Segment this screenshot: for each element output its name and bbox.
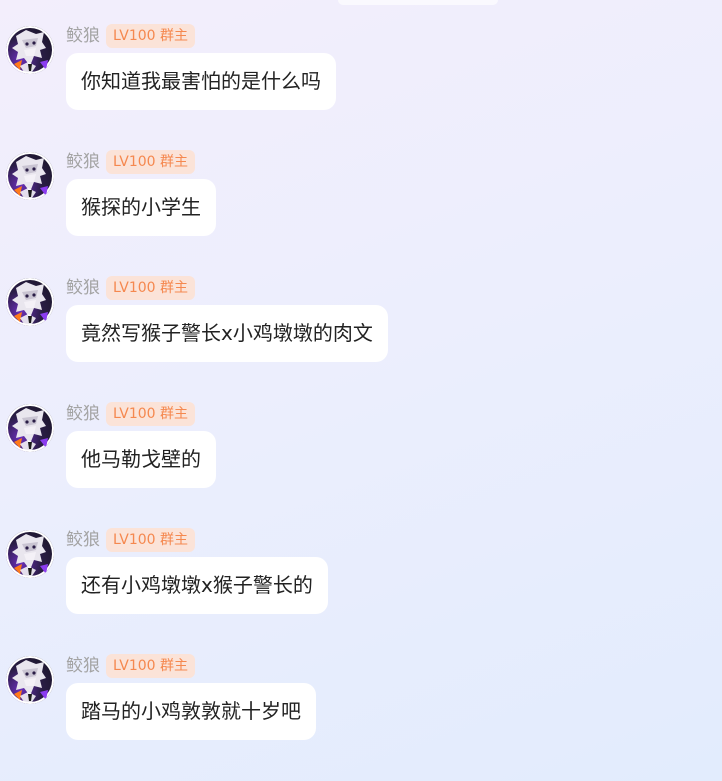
message-meta: 鲛狼 LV100 群主: [66, 402, 196, 426]
role-level-badge: LV100 群主: [106, 276, 196, 300]
chat-message: 鲛狼 LV100 群主 竟然写猴子警长x小鸡墩墩的肉文: [0, 276, 722, 402]
avatar-illustration-icon: [12, 534, 48, 576]
message-meta: 鲛狼 LV100 群主: [66, 528, 196, 552]
chat-message: 鲛狼 LV100 群主 你知道我最害怕的是什么吗: [0, 24, 722, 150]
sender-name[interactable]: 鲛狼: [66, 24, 100, 48]
sender-name[interactable]: 鲛狼: [66, 654, 100, 678]
role-level-badge: LV100 群主: [106, 150, 196, 174]
avatar-illustration-icon: [12, 408, 48, 450]
message-meta: 鲛狼 LV100 群主: [66, 654, 196, 678]
role-level-badge: LV100 群主: [106, 402, 196, 426]
role-level-badge: LV100 群主: [106, 654, 196, 678]
message-bubble[interactable]: 猴探的小学生: [66, 179, 216, 236]
chat-message: 鲛狼 LV100 群主 还有小鸡墩墩x猴子警长的: [0, 528, 722, 654]
chat-message: 鲛狼 LV100 群主 他马勒戈壁的: [0, 402, 722, 528]
avatar[interactable]: [6, 26, 54, 74]
avatar-illustration-icon: [12, 660, 48, 702]
message-bubble[interactable]: 还有小鸡墩墩x猴子警长的: [66, 557, 328, 614]
chat-message: 鲛狼 LV100 群主 踏马的小鸡敦敦就十岁吧: [0, 654, 722, 780]
avatar[interactable]: [6, 152, 54, 200]
sender-name[interactable]: 鲛狼: [66, 150, 100, 174]
message-bubble[interactable]: 他马勒戈壁的: [66, 431, 216, 488]
avatar[interactable]: [6, 530, 54, 578]
message-bubble[interactable]: 竟然写猴子警长x小鸡墩墩的肉文: [66, 305, 388, 362]
avatar[interactable]: [6, 278, 54, 326]
avatar-illustration-icon: [12, 30, 48, 72]
role-level-badge: LV100 群主: [106, 528, 196, 552]
message-meta: 鲛狼 LV100 群主: [66, 150, 196, 174]
avatar-illustration-icon: [12, 156, 48, 198]
avatar[interactable]: [6, 656, 54, 704]
avatar[interactable]: [6, 404, 54, 452]
message-meta: 鲛狼 LV100 群主: [66, 276, 196, 300]
message-bubble[interactable]: 你知道我最害怕的是什么吗: [66, 53, 336, 110]
role-level-badge: LV100 群主: [106, 24, 196, 48]
sender-name[interactable]: 鲛狼: [66, 276, 100, 300]
message-meta: 鲛狼 LV100 群主: [66, 24, 196, 48]
sender-name[interactable]: 鲛狼: [66, 402, 100, 426]
chat-message: 鲛狼 LV100 群主 猴探的小学生: [0, 150, 722, 276]
top-edge-highlight: [338, 0, 498, 5]
chat-message-list: 鲛狼 LV100 群主 你知道我最害怕的是什么吗 鲛狼 LV100 群主 猴探的…: [0, 24, 722, 780]
message-bubble[interactable]: 踏马的小鸡敦敦就十岁吧: [66, 683, 316, 740]
sender-name[interactable]: 鲛狼: [66, 528, 100, 552]
avatar-illustration-icon: [12, 282, 48, 324]
